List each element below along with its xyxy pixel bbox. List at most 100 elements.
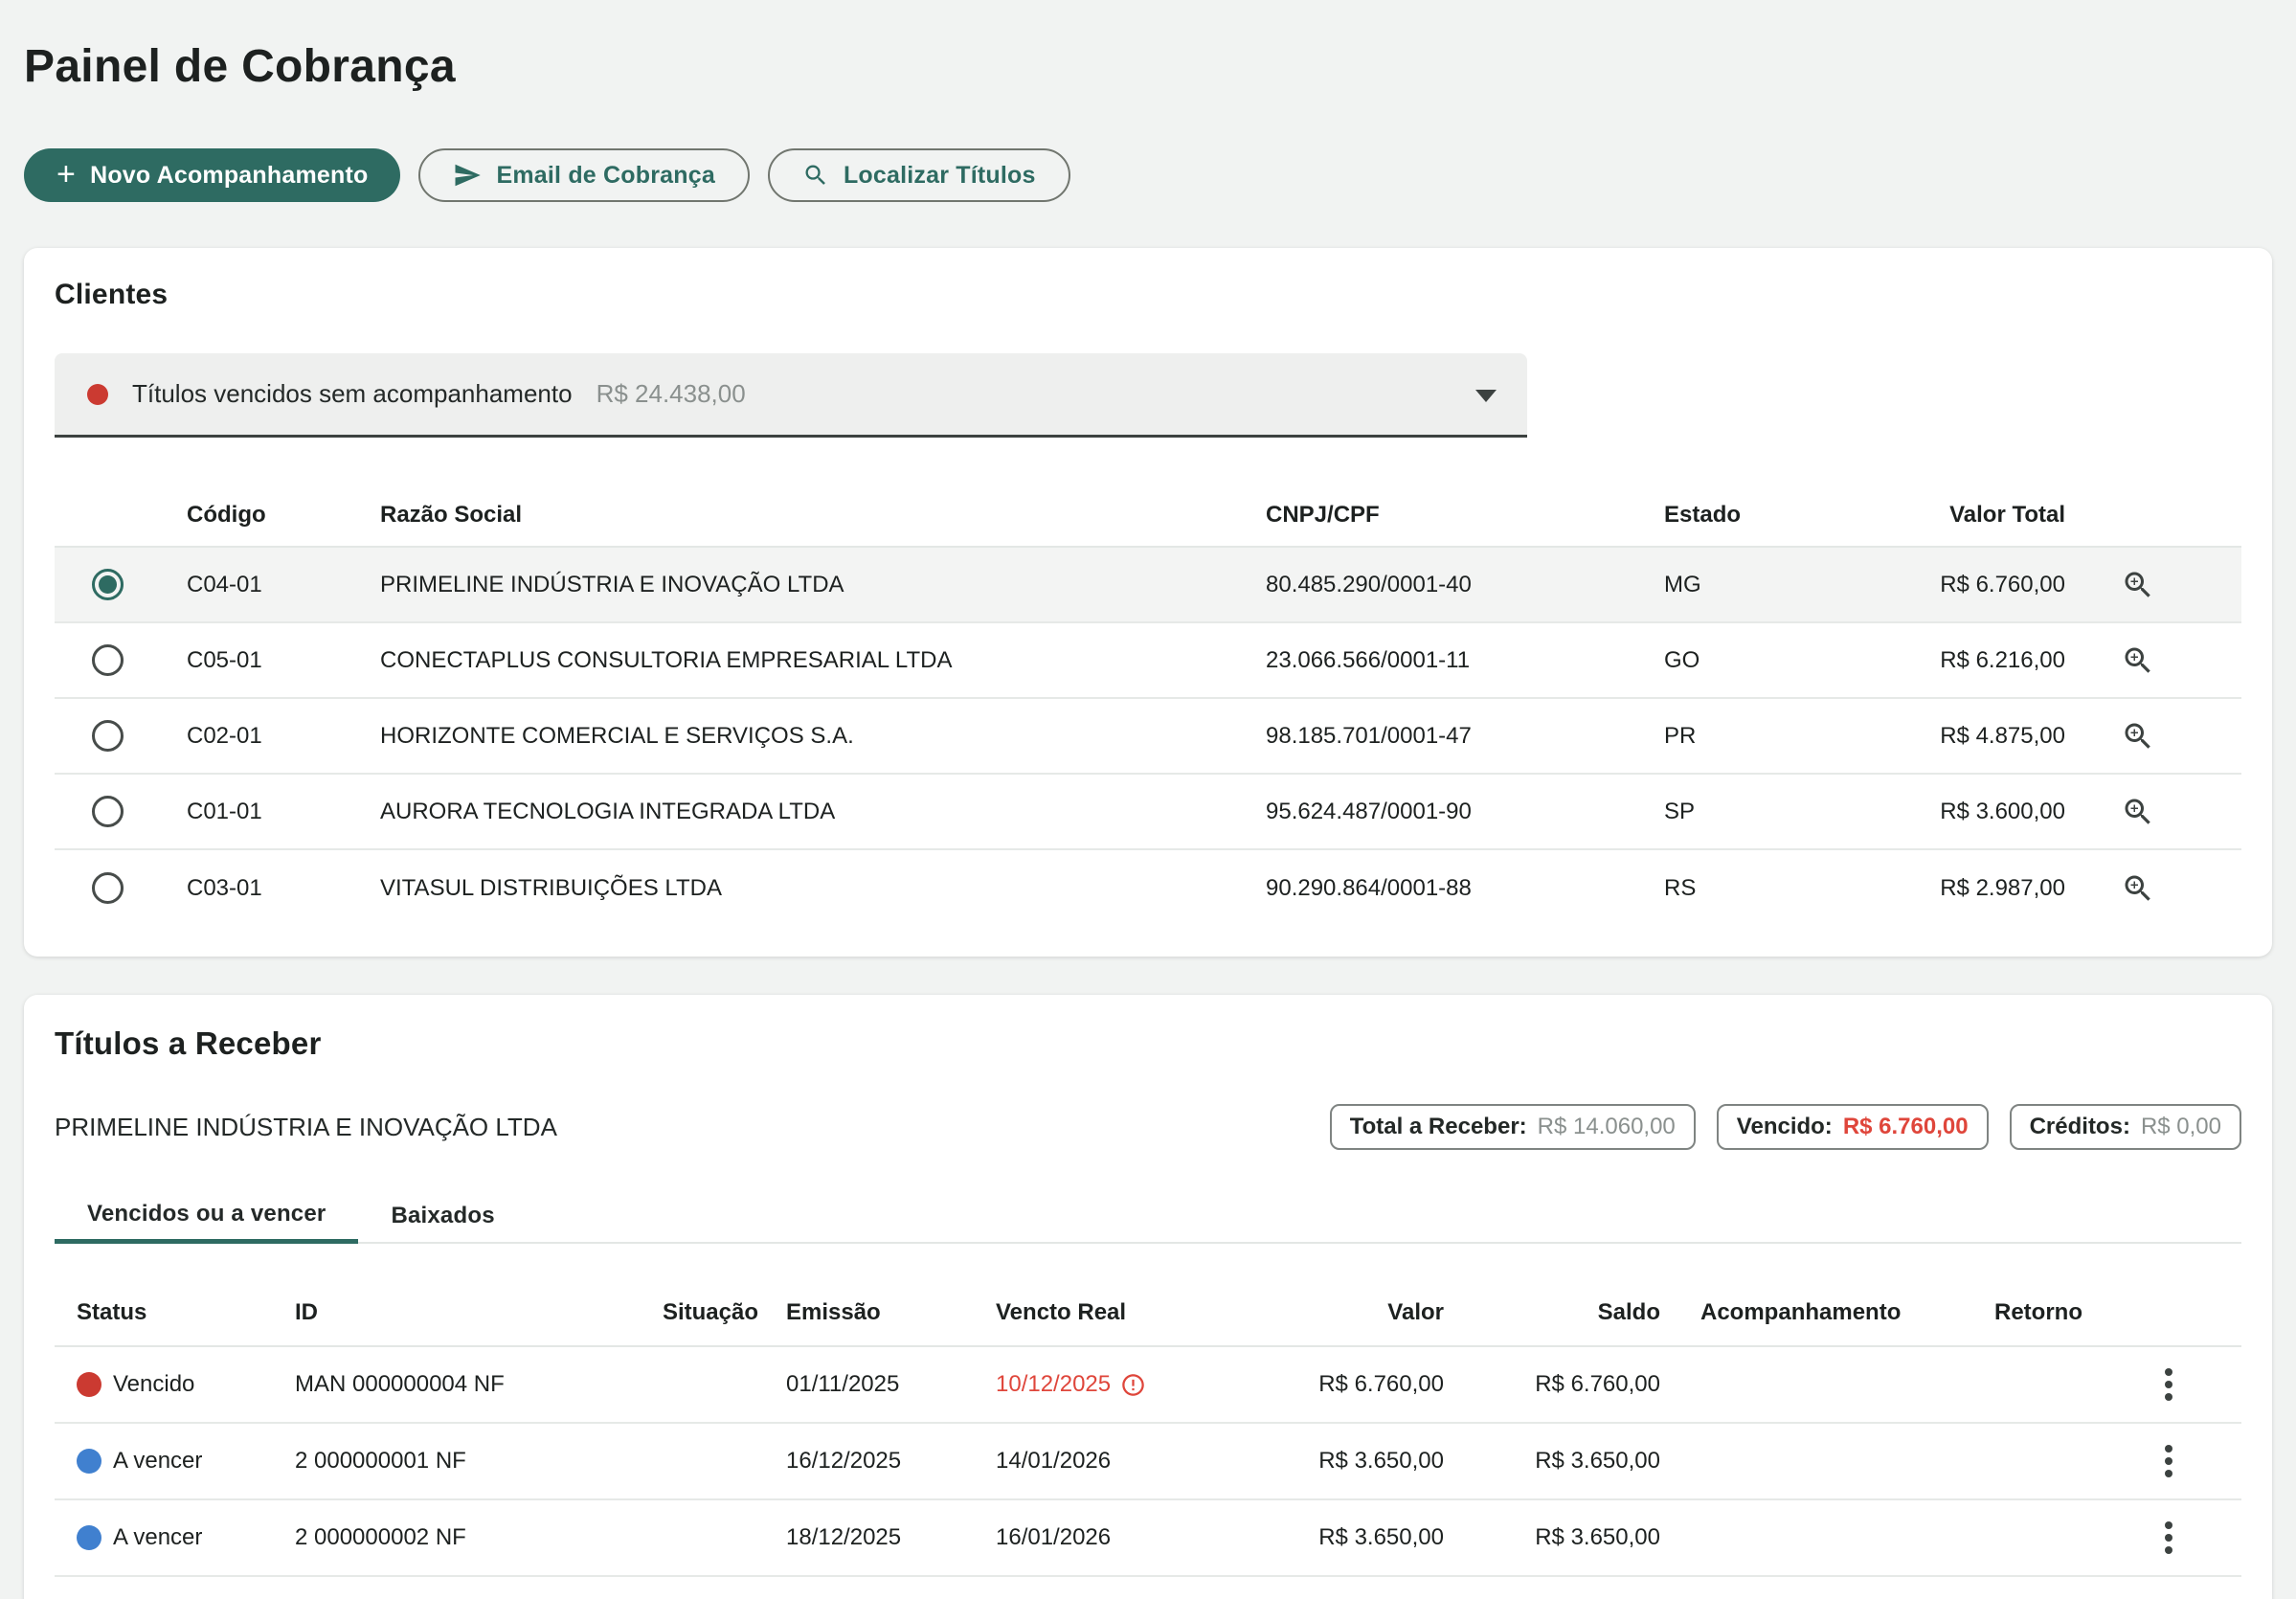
page-title: Painel de Cobrança: [24, 0, 2272, 93]
selected-client-name: PRIMELINE INDÚSTRIA E INOVAÇÃO LTDA: [55, 1113, 557, 1142]
col-header-cnpj-cpf: CNPJ/CPF: [1261, 502, 1654, 529]
title-valor: R$ 6.760,00: [1206, 1371, 1455, 1398]
title-saldo: R$ 3.650,00: [1455, 1448, 1672, 1475]
billing-email-label: Email de Cobrança: [496, 162, 714, 190]
client-estado: PR: [1654, 723, 1893, 750]
col-header-razao-social: Razão Social: [380, 502, 1261, 529]
client-estado: RS: [1654, 875, 1893, 902]
client-cnpj: 90.290.864/0001-88: [1261, 875, 1654, 902]
col-header-vencto-real: Vencto Real: [977, 1299, 1206, 1326]
row-menu-kebab-icon[interactable]: [2153, 1446, 2184, 1476]
col-header-saldo: Saldo: [1455, 1299, 1672, 1326]
filter-value: R$ 24.438,00: [597, 379, 746, 409]
row-menu-kebab-icon[interactable]: [2153, 1522, 2184, 1553]
find-titles-label: Localizar Títulos: [844, 162, 1036, 190]
status-label: A vencer: [113, 1524, 202, 1551]
client-valor-total: R$ 2.987,00: [1893, 875, 2073, 902]
receivable-row: Vencido MAN 000000004 NF 01/11/2025 10/1…: [55, 1347, 2241, 1424]
total-receivable-badge: Total a Receber: R$ 14.060,00: [1330, 1104, 1696, 1150]
billing-email-button[interactable]: Email de Cobrança: [418, 148, 749, 202]
title-emissao: 16/12/2025: [767, 1448, 977, 1475]
chevron-down-icon: [1475, 390, 1497, 402]
col-header-retorno: Retorno: [1904, 1299, 2096, 1326]
client-razao-social: HORIZONTE COMERCIAL E SERVIÇOS S.A.: [380, 723, 1261, 750]
plus-icon: +: [56, 158, 76, 191]
client-codigo: C05-01: [160, 647, 380, 674]
client-estado: GO: [1654, 647, 1893, 674]
client-cnpj: 23.066.566/0001-11: [1261, 647, 1654, 674]
zoom-in-icon[interactable]: [2121, 795, 2155, 829]
receivables-title: Títulos a Receber: [55, 1025, 2241, 1062]
title-vencto-real: 10/12/2025: [996, 1371, 1111, 1398]
client-valor-total: R$ 6.760,00: [1893, 572, 2073, 598]
client-codigo: C04-01: [160, 572, 380, 598]
zoom-in-icon[interactable]: [2121, 643, 2155, 678]
client-cnpj: 80.485.290/0001-40: [1261, 572, 1654, 598]
client-estado: SP: [1654, 799, 1893, 825]
total-receivable-label: Total a Receber:: [1350, 1114, 1527, 1140]
receivables-card: Títulos a Receber PRIMELINE INDÚSTRIA E …: [24, 995, 2272, 1599]
title-vencto-real: 16/01/2026: [996, 1524, 1111, 1551]
client-valor-total: R$ 6.216,00: [1893, 647, 2073, 674]
upcoming-status-dot-icon: [77, 1449, 101, 1474]
credits-badge: Créditos: R$ 0,00: [2010, 1104, 2241, 1150]
receivables-tabs: Vencidos ou a vencer Baixados: [55, 1188, 2241, 1244]
red-status-dot-icon: [87, 384, 108, 405]
upcoming-status-dot-icon: [77, 1525, 101, 1550]
tab-vencidos-ou-a-vencer[interactable]: Vencidos ou a vencer: [55, 1188, 358, 1244]
overdue-value: R$ 6.760,00: [1843, 1114, 1969, 1140]
title-id: MAN 000000004 NF: [276, 1371, 594, 1398]
client-row[interactable]: C05-01 CONECTAPLUS CONSULTORIA EMPRESARI…: [55, 623, 2241, 699]
zoom-in-icon[interactable]: [2121, 871, 2155, 906]
credits-label: Créditos:: [2030, 1114, 2130, 1140]
client-codigo: C03-01: [160, 875, 380, 902]
send-icon: [453, 161, 482, 190]
client-cnpj: 95.624.487/0001-90: [1261, 799, 1654, 825]
tab-baixados[interactable]: Baixados: [358, 1188, 527, 1244]
title-saldo: R$ 3.650,00: [1455, 1524, 1672, 1551]
filter-label: Títulos vencidos sem acompanhamento: [132, 379, 573, 409]
col-header-estado: Estado: [1654, 502, 1893, 529]
clients-table-header: Código Razão Social CNPJ/CPF Estado Valo…: [55, 484, 2241, 548]
col-header-acompanhamento: Acompanhamento: [1672, 1299, 1904, 1326]
status-label: A vencer: [113, 1448, 202, 1475]
radio-button[interactable]: [92, 644, 124, 676]
client-razao-social: CONECTAPLUS CONSULTORIA EMPRESARIAL LTDA: [380, 647, 1261, 674]
radio-button-selected[interactable]: [92, 569, 124, 600]
search-icon: [802, 162, 829, 189]
client-razao-social: PRIMELINE INDÚSTRIA E INOVAÇÃO LTDA: [380, 572, 1261, 598]
radio-button[interactable]: [92, 720, 124, 752]
title-vencto-real: 14/01/2026: [996, 1448, 1111, 1475]
zoom-in-icon[interactable]: [2121, 719, 2155, 754]
receivables-table: Status ID Situação Emissão Vencto Real V…: [55, 1280, 2241, 1577]
credits-value: R$ 0,00: [2141, 1114, 2221, 1140]
client-row[interactable]: C04-01 PRIMELINE INDÚSTRIA E INOVAÇÃO LT…: [55, 548, 2241, 623]
title-emissao: 18/12/2025: [767, 1524, 977, 1551]
client-codigo: C02-01: [160, 723, 380, 750]
status-label: Vencido: [113, 1371, 194, 1398]
clients-title: Clientes: [55, 279, 2241, 311]
client-row[interactable]: C03-01 VITASUL DISTRIBUIÇÕES LTDA 90.290…: [55, 850, 2241, 926]
find-titles-button[interactable]: Localizar Títulos: [768, 148, 1070, 202]
col-header-emissao: Emissão: [767, 1299, 977, 1326]
title-valor: R$ 3.650,00: [1206, 1524, 1455, 1551]
client-row[interactable]: C02-01 HORIZONTE COMERCIAL E SERVIÇOS S.…: [55, 699, 2241, 775]
overdue-badge: Vencido: R$ 6.760,00: [1717, 1104, 1989, 1150]
row-menu-kebab-icon[interactable]: [2153, 1369, 2184, 1400]
radio-button[interactable]: [92, 872, 124, 904]
title-saldo: R$ 6.760,00: [1455, 1371, 1672, 1398]
col-header-status: Status: [55, 1299, 276, 1326]
col-header-valor: Valor: [1206, 1299, 1455, 1326]
new-followup-button[interactable]: + Novo Acompanhamento: [24, 148, 400, 202]
zoom-in-icon[interactable]: [2121, 568, 2155, 602]
billing-dashboard-page: Painel de Cobrança + Novo Acompanhamento…: [0, 0, 2296, 1599]
receivable-row: A vencer 2 000000001 NF 16/12/2025 14/01…: [55, 1424, 2241, 1500]
title-id: 2 000000001 NF: [276, 1448, 594, 1475]
receivable-row: A vencer 2 000000002 NF 18/12/2025 16/01…: [55, 1500, 2241, 1577]
title-valor: R$ 3.650,00: [1206, 1448, 1455, 1475]
radio-button[interactable]: [92, 796, 124, 827]
client-razao-social: VITASUL DISTRIBUIÇÕES LTDA: [380, 875, 1261, 902]
client-valor-total: R$ 3.600,00: [1893, 799, 2073, 825]
client-row[interactable]: C01-01 AURORA TECNOLOGIA INTEGRADA LTDA …: [55, 775, 2241, 850]
overdue-filter-select[interactable]: Títulos vencidos sem acompanhamento R$ 2…: [55, 353, 1527, 438]
